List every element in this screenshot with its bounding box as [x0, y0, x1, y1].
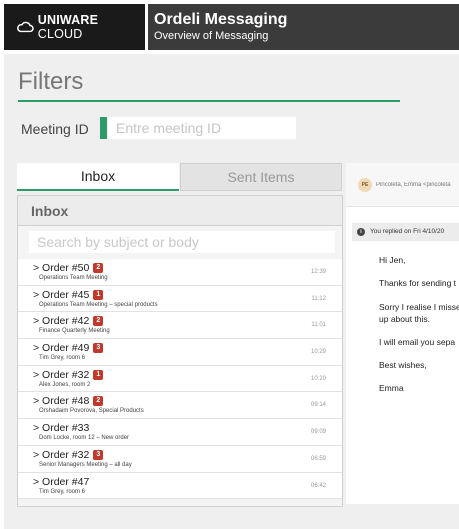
list-item[interactable]: > Order #49 3 Tim Grey, room 6 10:29 [18, 339, 342, 366]
app-header: UNIWARE CLOUD Ordeli Messaging Overview … [0, 0, 459, 52]
tab-sent-items[interactable]: Sent Items [180, 163, 342, 191]
order-description: Orshadaim Povorova, Special Products [39, 408, 144, 415]
search-input[interactable] [29, 231, 335, 253]
order-time: 06:42 [310, 482, 326, 489]
order-subject: > Order #32 [33, 448, 90, 461]
sender-name: Pincoleta, Emma <pincoleta [376, 182, 451, 188]
meeting-id-label: Meeting ID [21, 121, 89, 137]
filters-divider [18, 100, 400, 102]
message-line: Thanks for sending t [379, 278, 457, 288]
order-time: 10:29 [310, 349, 326, 356]
list-item[interactable]: > Order #32 3 Senior Managers Meeting – a… [18, 445, 342, 473]
order-description: Tim Grey, room 6 [39, 488, 86, 495]
message-line: I will email you sepa [379, 337, 456, 347]
app-title: Ordeli Messaging [154, 11, 288, 28]
order-time: 09:09 [310, 429, 326, 436]
message-signoff: Best wishes, [379, 360, 427, 370]
message-list: > Order #50 2 Operations Team Meeting 12:… [18, 259, 342, 500]
order-description: Finance Quarterly Meeting [39, 328, 110, 335]
order-subject: > Order #42 [33, 315, 90, 328]
inbox-heading: Inbox [18, 196, 342, 226]
order-description: Alex Jones, room 2 [39, 381, 91, 388]
message-line: Sorry I realise I misse [379, 302, 459, 312]
order-subject: > Order #48 [33, 395, 90, 408]
order-time: 11:01 [311, 322, 326, 329]
list-item[interactable]: > Order #47 Tim Grey, room 6 06:42 [18, 472, 342, 500]
tab-inbox[interactable]: Inbox [17, 163, 179, 191]
order-time: 12:39 [310, 269, 326, 275]
list-item[interactable]: > Order #50 2 Operations Team Meeting 12:… [18, 259, 342, 286]
count-badge: 2 [93, 396, 104, 407]
count-badge: 1 [93, 369, 104, 380]
count-badge: 2 [93, 263, 104, 273]
replied-text: You replied on Fri 4/10/20 [370, 228, 445, 235]
count-badge: 1 [93, 289, 104, 300]
order-subject: > Order #45 [33, 288, 90, 301]
list-item[interactable]: > Order #32 1 Alex Jones, room 2 10:20 [18, 365, 342, 393]
count-badge: 3 [93, 449, 104, 460]
order-subject: > Order #50 [33, 262, 90, 274]
order-description: Operations Team Meeting [39, 275, 108, 281]
order-time: 10:20 [310, 375, 326, 382]
message-greeting: Hi Jen, [379, 255, 406, 265]
order-description: Tim Grey, room 6 [39, 355, 86, 362]
meeting-id-input[interactable] [108, 117, 296, 139]
cloud-icon [17, 21, 34, 33]
order-subject: > Order #32 [33, 368, 90, 381]
list-item[interactable]: > Order #42 2 Finance Quarterly Meeting 1… [18, 312, 342, 340]
info-icon: i [357, 228, 365, 236]
list-item[interactable]: > Order #33 Dom Locke, room 12 – New ord… [18, 419, 342, 446]
message-line: up about this. [379, 314, 431, 324]
brand-logo: UNIWARE CLOUD [4, 4, 145, 50]
main-area: Filters Meeting ID Inbox Sent Items Inbo… [4, 54, 459, 529]
message-signature: Emma [379, 383, 404, 393]
message-sender-bar: PE Pincoleta, Emma <pincoleta [346, 163, 459, 207]
replied-notice: i You replied on Fri 4/10/20 [352, 223, 459, 241]
app-subtitle: Overview of Messaging [154, 30, 269, 42]
filters-title: Filters [18, 68, 84, 95]
meeting-id-accent [100, 117, 107, 139]
order-time: 09:14 [310, 402, 326, 409]
brand-suffix: CLOUD [37, 27, 83, 41]
order-subject: > Order #49 [33, 342, 90, 355]
list-item[interactable]: > Order #48 2 Orshadaim Povorova, Special… [18, 392, 342, 420]
title-bar: Ordeli Messaging Overview of Messaging [148, 4, 459, 50]
count-badge: 2 [93, 316, 104, 327]
avatar: PE [358, 178, 372, 192]
inbox-panel: Inbox > Order #502 Operations Team Meeti… [17, 195, 343, 507]
list-item[interactable]: > Order #45 1 Operations Team Meeting – s… [18, 285, 342, 313]
order-description: Operations Team Meeting – special produc… [39, 301, 158, 308]
order-time: 06:59 [310, 455, 326, 462]
count-badge: 3 [93, 343, 104, 354]
order-description: Dom Locke, room 12 – New order [39, 435, 130, 442]
brand-name: UNIWARE [37, 13, 99, 27]
order-time: 11:12 [311, 295, 326, 302]
order-subject: > Order #33 [33, 422, 90, 435]
order-subject: > Order #47 [33, 475, 90, 488]
message-pane: PE Pincoleta, Emma <pincoleta i You repl… [346, 163, 459, 504]
order-description: Senior Managers Meeting – all day [39, 461, 132, 468]
